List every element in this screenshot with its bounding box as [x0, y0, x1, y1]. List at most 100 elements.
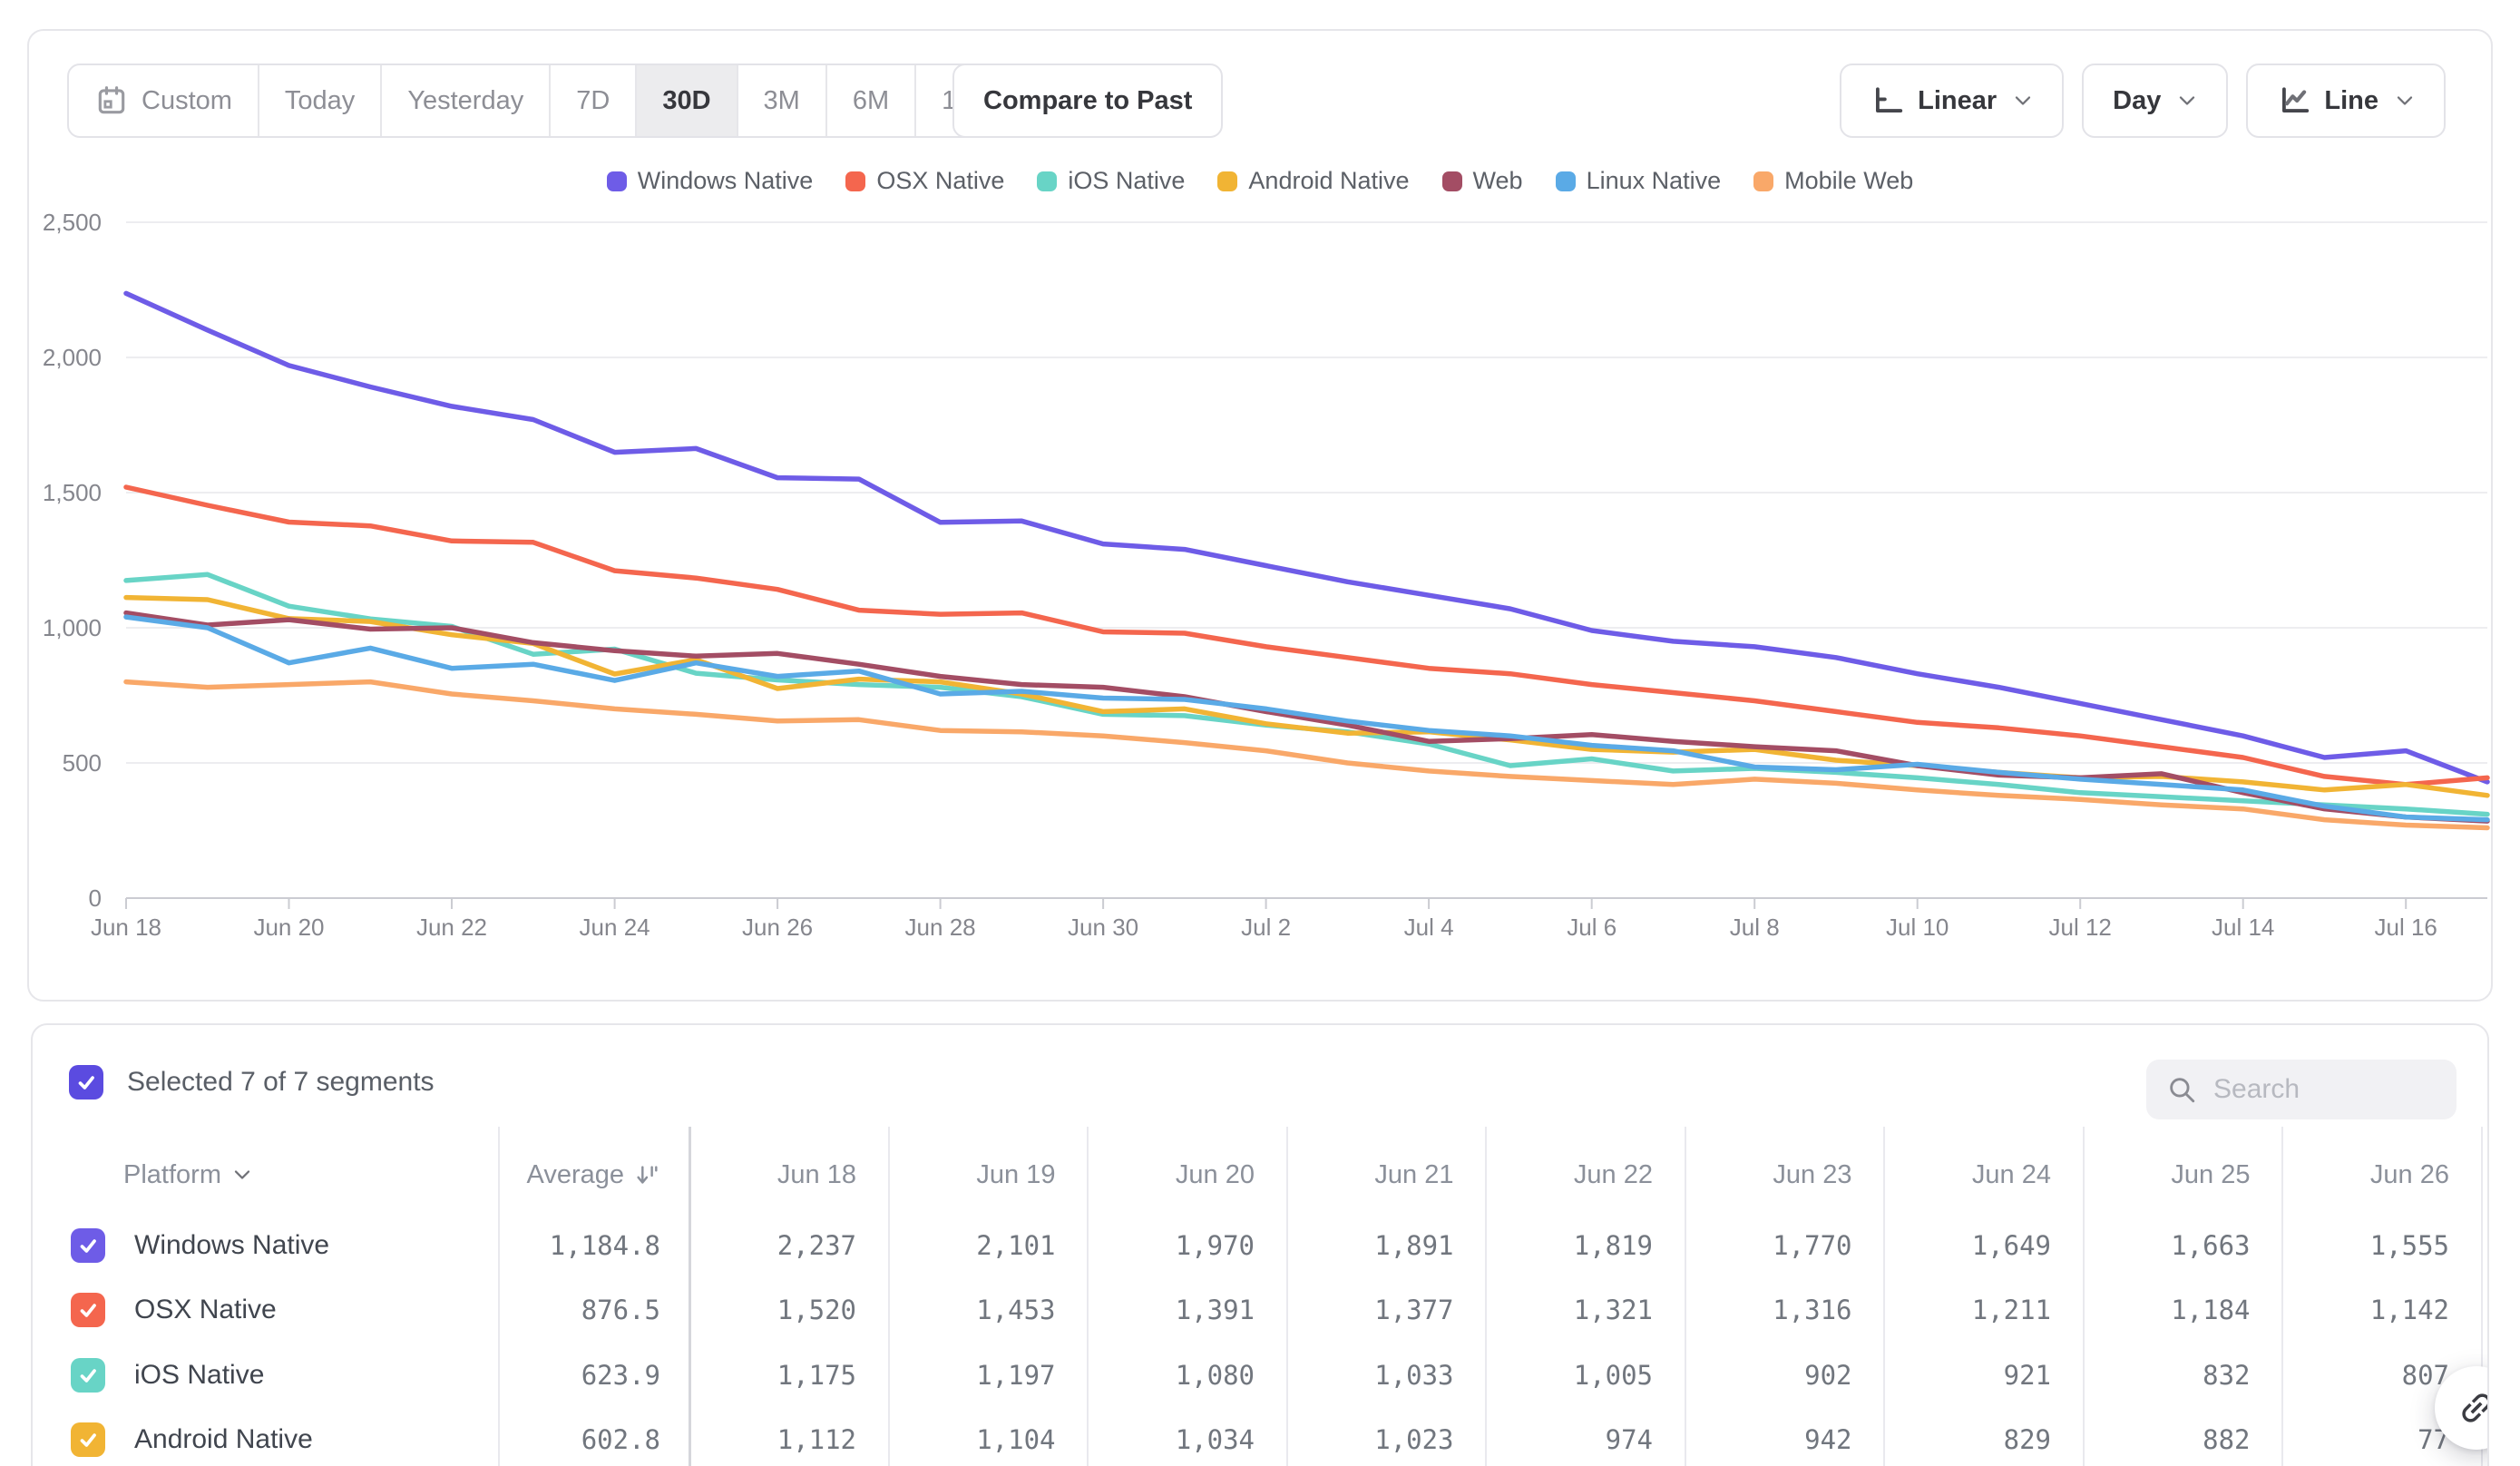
cell-value: 1,034: [1176, 1408, 1255, 1466]
svg-text:Jul 6: Jul 6: [1567, 914, 1617, 941]
cell-value: 2,101: [976, 1214, 1055, 1277]
cell-value: 1,175: [777, 1344, 856, 1407]
table-row-ios-native: iOS Native 623.9 1,175 1,197 1,080 1,033 1,005…: [33, 1344, 2487, 1407]
checkmark-icon: [74, 1070, 98, 1094]
sort-descending-icon: [633, 1161, 660, 1188]
cell-value: 942: [1804, 1408, 1851, 1466]
column-header-date: Jun 21: [1374, 1152, 1453, 1197]
segments-selection: Selected 7 of 7 segments: [69, 1065, 435, 1100]
svg-text:Jul 14: Jul 14: [2212, 914, 2274, 941]
series-line-windows-native: [126, 293, 2487, 782]
column-header-date: Jun 25: [2171, 1152, 2250, 1197]
average-value: 623.9: [581, 1344, 660, 1407]
link-icon: [2448, 1380, 2489, 1436]
row-checkbox[interactable]: [71, 1422, 105, 1457]
cell-value: 1,197: [976, 1344, 1055, 1407]
line-chart: 05001,0001,5002,0002,500Jun 18Jun 20Jun …: [29, 31, 2495, 1003]
svg-text:Jul 4: Jul 4: [1404, 914, 1454, 941]
svg-text:Jul 8: Jul 8: [1730, 914, 1780, 941]
chart-card: CustomTodayYesterday7D30D3M6M12M Compare…: [27, 29, 2493, 1002]
average-value: 876.5: [581, 1278, 660, 1342]
column-header-date: Jun 24: [1972, 1152, 2051, 1197]
svg-text:Jul 10: Jul 10: [1886, 914, 1949, 941]
column-header-date: Jun 23: [1773, 1152, 1851, 1197]
column-header-platform[interactable]: Platform: [123, 1152, 252, 1197]
cell-value: 1,555: [2370, 1214, 2449, 1277]
cell-value: 1,453: [976, 1278, 1055, 1342]
row-checkbox[interactable]: [71, 1293, 105, 1327]
svg-text:Jun 28: Jun 28: [905, 914, 976, 941]
cell-value: 1,184: [2171, 1278, 2250, 1342]
cell-value: 1,005: [1574, 1344, 1653, 1407]
svg-text:1,500: 1,500: [43, 479, 102, 506]
svg-text:Jun 20: Jun 20: [253, 914, 324, 941]
cell-value: 2,237: [777, 1214, 856, 1277]
table-row-osx-native: OSX Native 876.5 1,520 1,453 1,391 1,377 1,321…: [33, 1278, 2487, 1342]
svg-text:Jun 22: Jun 22: [416, 914, 487, 941]
svg-text:Jul 2: Jul 2: [1241, 914, 1291, 941]
cell-value: 1,649: [1972, 1214, 2051, 1277]
cell-value: 832: [2203, 1344, 2250, 1407]
svg-text:2,500: 2,500: [43, 209, 102, 236]
checkmark-icon: [76, 1298, 100, 1322]
cell-value: 1,321: [1574, 1278, 1653, 1342]
svg-text:Jun 30: Jun 30: [1068, 914, 1138, 941]
segments-selection-label: Selected 7 of 7 segments: [127, 1067, 435, 1098]
average-value: 1,184.8: [550, 1214, 660, 1277]
column-header-average[interactable]: Average: [527, 1152, 661, 1197]
svg-text:Jun 24: Jun 24: [580, 914, 650, 941]
cell-value: 1,663: [2171, 1214, 2250, 1277]
cell-value: 1,891: [1374, 1214, 1453, 1277]
cell-value: 1,970: [1176, 1214, 1255, 1277]
svg-text:Jul 16: Jul 16: [2375, 914, 2437, 941]
cell-value: 1,080: [1176, 1344, 1255, 1407]
cell-value: 1,377: [1374, 1278, 1453, 1342]
platform-label: iOS Native: [134, 1344, 264, 1407]
search-placeholder: Search: [2213, 1074, 2300, 1105]
cell-value: 902: [1804, 1344, 1851, 1407]
column-header-date: Jun 26: [2370, 1152, 2449, 1197]
svg-text:0: 0: [89, 884, 102, 912]
series-line-mobile-web: [126, 682, 2487, 828]
average-value: 602.8: [581, 1408, 660, 1466]
cell-value: 1,391: [1176, 1278, 1255, 1342]
cell-value: 1,033: [1374, 1344, 1453, 1407]
cell-value: 921: [2004, 1344, 2051, 1407]
cell-value: 882: [2203, 1408, 2250, 1466]
column-header-date: Jun 18: [777, 1152, 856, 1197]
platform-label: Windows Native: [134, 1214, 329, 1277]
cell-value: 1,770: [1773, 1214, 1851, 1277]
svg-text:Jun 18: Jun 18: [91, 914, 161, 941]
cell-value: 1,316: [1773, 1278, 1851, 1342]
checkmark-icon: [76, 1234, 100, 1257]
svg-text:Jul 12: Jul 12: [2049, 914, 2112, 941]
column-header-label: Platform: [123, 1160, 221, 1190]
table-row-windows-native: Windows Native 1,184.8 2,237 2,101 1,970 1,89…: [33, 1214, 2487, 1277]
table-row-android-native: Android Native602.81,1121,1041,0341,0239…: [33, 1408, 2487, 1466]
row-checkbox[interactable]: [71, 1358, 105, 1393]
search-input[interactable]: Search: [2146, 1060, 2457, 1119]
cell-value: 1,104: [976, 1408, 1055, 1466]
cell-value: 974: [1606, 1408, 1653, 1466]
svg-text:1,000: 1,000: [43, 614, 102, 641]
cell-value: 1,142: [2370, 1278, 2449, 1342]
svg-text:500: 500: [63, 749, 102, 777]
checkmark-icon: [76, 1363, 100, 1387]
cell-value: 1,023: [1374, 1408, 1453, 1466]
cell-value: 1,211: [1972, 1278, 2051, 1342]
platform-label: OSX Native: [134, 1278, 277, 1342]
column-header-date: Jun 22: [1574, 1152, 1653, 1197]
column-header-date: Jun 19: [976, 1152, 1055, 1197]
column-header-date: Jun 20: [1176, 1152, 1255, 1197]
segments-table-card: Selected 7 of 7 segments Search Platform…: [31, 1023, 2489, 1466]
select-all-checkbox[interactable]: [69, 1065, 103, 1100]
chevron-down-icon: [232, 1168, 252, 1181]
row-checkbox[interactable]: [71, 1228, 105, 1263]
cell-value: 1,819: [1574, 1214, 1653, 1277]
chart-grid: 05001,0001,5002,0002,500Jun 18Jun 20Jun …: [43, 209, 2487, 941]
checkmark-icon: [76, 1428, 100, 1451]
cell-value: 1,112: [777, 1408, 856, 1466]
cell-value: 1,520: [777, 1278, 856, 1342]
cell-value: 829: [2004, 1408, 2051, 1466]
svg-text:Jun 26: Jun 26: [742, 914, 813, 941]
